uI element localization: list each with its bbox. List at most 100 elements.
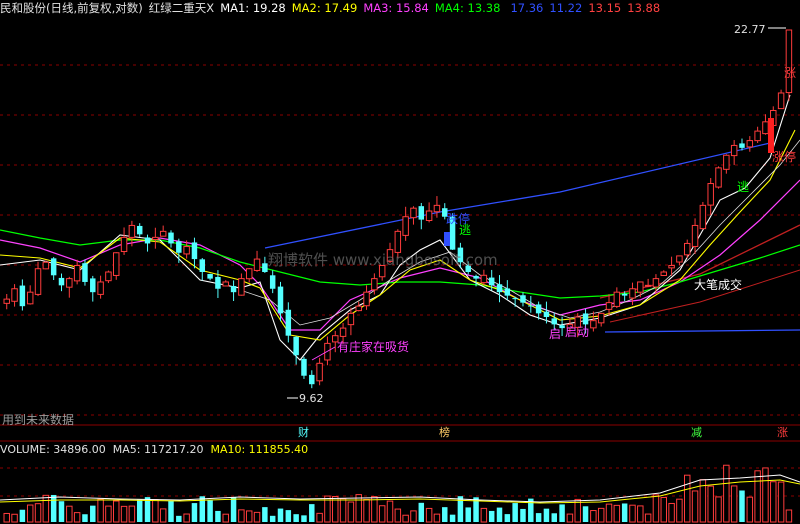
volume-bar[interactable] <box>707 485 714 523</box>
candle-body[interactable] <box>473 275 479 279</box>
candle-body[interactable] <box>347 312 355 326</box>
volume-bar[interactable] <box>660 496 668 523</box>
candle-body[interactable] <box>215 276 221 289</box>
candle-body[interactable] <box>50 258 57 276</box>
candle-body[interactable] <box>613 291 621 307</box>
volume-bar[interactable] <box>183 513 190 523</box>
volume-bar[interactable] <box>566 513 574 523</box>
candle-body[interactable] <box>605 302 613 310</box>
volume-bar[interactable] <box>90 505 96 522</box>
event-tag-ranking[interactable]: 榜 <box>437 427 452 439</box>
candle-body[interactable] <box>551 318 557 325</box>
candle-body[interactable] <box>402 216 409 236</box>
candle-body[interactable] <box>42 261 50 270</box>
volume-bar[interactable] <box>465 507 471 522</box>
volume-bar[interactable] <box>394 508 402 523</box>
candle-body[interactable] <box>723 154 730 170</box>
volume-bar[interactable] <box>597 507 605 523</box>
candle-body[interactable] <box>34 268 42 295</box>
candle-body[interactable] <box>168 232 174 244</box>
candle-body[interactable] <box>621 293 628 296</box>
volume-bar[interactable] <box>378 505 386 523</box>
volume-bar[interactable] <box>191 503 198 522</box>
volume-bar[interactable] <box>520 508 526 522</box>
candle-body[interactable] <box>293 336 299 356</box>
volume-bar[interactable] <box>683 474 691 523</box>
candle-body[interactable] <box>105 271 112 282</box>
volume-bar[interactable] <box>715 496 722 523</box>
volume-bar[interactable] <box>644 513 652 523</box>
volume-bar[interactable] <box>136 499 143 522</box>
volume-bar[interactable] <box>26 504 34 523</box>
volume-bar[interactable] <box>339 498 347 523</box>
volume-bar[interactable] <box>442 507 448 522</box>
candle-body[interactable] <box>582 313 589 325</box>
candle-body[interactable] <box>730 144 738 157</box>
candle-body[interactable] <box>739 143 745 148</box>
candle-body[interactable] <box>277 286 284 314</box>
candle-body[interactable] <box>159 230 167 237</box>
candle-body[interactable] <box>269 275 276 289</box>
volume-bar[interactable] <box>559 504 565 522</box>
candle-body[interactable] <box>652 278 660 288</box>
candle-body[interactable] <box>207 273 213 279</box>
candle-body[interactable] <box>58 277 65 286</box>
volume-bar[interactable] <box>316 512 323 523</box>
candle-body[interactable] <box>371 278 378 291</box>
candle-body[interactable] <box>309 374 315 385</box>
volume-bar[interactable] <box>449 514 456 522</box>
volume-bar[interactable] <box>245 510 253 523</box>
event-tag-reduce[interactable]: 减 <box>689 427 704 439</box>
volume-bar[interactable] <box>629 504 636 523</box>
candle-body[interactable] <box>754 130 761 142</box>
volume-bar[interactable] <box>668 502 675 523</box>
volume-bar[interactable] <box>113 500 120 523</box>
candle-body[interactable] <box>590 320 597 329</box>
volume-bar[interactable] <box>746 496 754 523</box>
candle-body[interactable] <box>113 252 120 276</box>
candle-body[interactable] <box>128 224 136 238</box>
candle-body[interactable] <box>543 311 550 318</box>
volume-bar[interactable] <box>371 496 378 523</box>
volume-bar[interactable] <box>425 507 433 523</box>
volume-bar[interactable] <box>488 510 495 522</box>
candle-body[interactable] <box>97 281 104 295</box>
volume-bar[interactable] <box>496 507 503 522</box>
candle-body[interactable] <box>120 236 128 253</box>
volume-bar[interactable] <box>691 490 699 523</box>
volume-bar[interactable] <box>730 485 738 523</box>
candle-body[interactable] <box>230 286 237 293</box>
candle-body[interactable] <box>660 271 668 276</box>
candle-body[interactable] <box>597 312 605 324</box>
candle-body[interactable] <box>355 305 362 312</box>
volume-bar[interactable] <box>605 503 613 523</box>
candle-body[interactable] <box>176 241 182 253</box>
volume-bar[interactable] <box>535 513 542 522</box>
candle-body[interactable] <box>762 121 769 135</box>
volume-bar[interactable] <box>770 481 777 523</box>
volume-bar[interactable] <box>238 509 245 523</box>
volume-bar[interactable] <box>637 505 644 523</box>
volume-bar[interactable] <box>97 498 104 523</box>
volume-bar[interactable] <box>739 490 745 522</box>
candle-body[interactable] <box>394 230 402 253</box>
candle-body[interactable] <box>183 246 190 255</box>
candle-body[interactable] <box>152 236 159 241</box>
volume-bar[interactable] <box>176 515 182 522</box>
candle-body[interactable] <box>488 277 495 286</box>
event-tag-finance[interactable]: 财 <box>296 427 311 439</box>
volume-bar[interactable] <box>363 498 370 523</box>
volume-bar[interactable] <box>613 504 621 523</box>
candle-body[interactable] <box>520 295 526 303</box>
candle-body[interactable] <box>19 285 26 307</box>
volume-bar[interactable] <box>504 514 511 522</box>
candle-body[interactable] <box>777 92 785 110</box>
volume-bar[interactable] <box>293 514 299 522</box>
candle-body[interactable] <box>637 281 644 293</box>
volume-bar[interactable] <box>754 470 761 523</box>
candle-body[interactable] <box>363 291 370 307</box>
volume-bar[interactable] <box>215 510 221 522</box>
volume-bar[interactable] <box>386 500 394 523</box>
volume-bar[interactable] <box>723 464 730 523</box>
volume-bar[interactable] <box>410 510 417 523</box>
